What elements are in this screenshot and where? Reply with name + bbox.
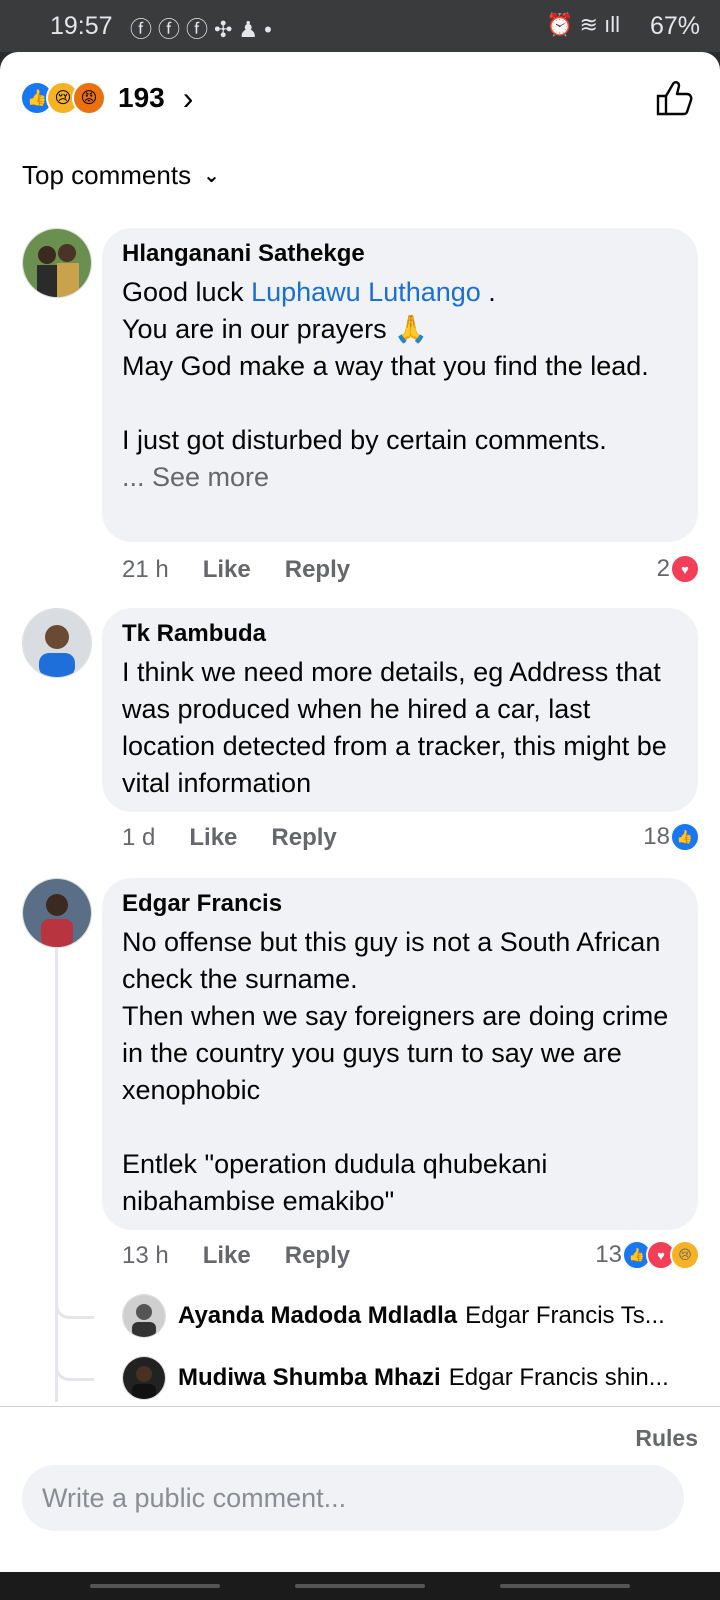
nav-home-button[interactable] [295,1584,425,1588]
angry-reaction-icon: 😡 [72,81,106,115]
reply-button[interactable]: Reply [285,556,350,584]
comment-text: I think we need more details, eg Address… [122,657,667,798]
comment-author[interactable]: Edgar Francis [122,890,678,918]
avatar-photo [123,1357,165,1399]
comment-actions: 21 h Like Reply [122,556,384,584]
comment-composer: Rules [0,1406,720,1573]
chevron-right-icon: › [182,79,194,116]
nav-recent-button[interactable] [90,1584,220,1588]
notification-icons: ⓕⓕⓕ✣♟• [130,17,278,42]
avatar[interactable] [22,228,92,298]
sad-reaction-icon: 😢 [670,1240,700,1270]
comment-reaction-count: 18 [643,823,670,850]
comment-reactions[interactable]: 2 ♥ [657,554,700,584]
reply-text: Ayanda Madoda Mdladla Edgar Francis Ts... [178,1302,688,1330]
comment-time[interactable]: 21 h [122,556,169,584]
comment-reaction-count: 13 [595,1241,622,1268]
status-time: 19:57 [50,12,113,40]
like-button[interactable]: Like [203,556,251,584]
comment-reactions[interactable]: 13 👍 ♥ 😢 [595,1240,700,1270]
love-reaction-icon: ♥ [670,554,700,584]
system-nav-bar [0,1572,720,1600]
comment-reactions[interactable]: 18 👍 [643,822,700,852]
comment-author[interactable]: Tk Rambuda [122,620,678,648]
comment-time[interactable]: 13 h [122,1242,169,1270]
reply-snippet: Edgar Francis Ts... [465,1302,665,1329]
avatar[interactable] [122,1356,166,1400]
sort-dropdown[interactable]: Top comments ⌄ [22,160,220,191]
like-button[interactable]: Like [203,1242,251,1270]
reply-snippet: Edgar Francis shin... [448,1364,669,1391]
sort-label: Top comments [22,160,192,190]
battery-level: 67% [649,12,700,40]
reply-author[interactable]: Ayanda Madoda Mdladla [178,1302,457,1329]
reactions-summary[interactable]: 👍 😢 😡 193 › [20,78,193,118]
comment-text: No offense but this guy is not a South A… [122,927,669,1216]
comment-reaction-count: 2 [656,555,670,582]
comment-actions: 13 h Like Reply [122,1242,384,1270]
reply-text: Mudiwa Shumba Mhazi Edgar Francis shin... [178,1364,688,1392]
see-more-link[interactable]: ... See more [122,462,269,492]
comment-text-rest: You are in our prayers 🙏 May God make a … [122,314,649,455]
like-post-button[interactable] [652,76,696,120]
comment-time[interactable]: 1 d [122,824,155,852]
avatar-photo [23,879,91,947]
reply-author[interactable]: Mudiwa Shumba Mhazi [178,1364,441,1391]
avatar[interactable] [22,608,92,678]
comment-text-part: Good luck [122,277,252,307]
thread-branch [55,1356,94,1381]
reaction-count: 193 [118,82,165,113]
system-icons: ⏰ ≋ ıll [546,12,620,37]
reply-preview[interactable]: Ayanda Madoda Mdladla Edgar Francis Ts... [0,1294,720,1340]
mention-link[interactable]: Luphawu Luthango [251,277,481,307]
like-button[interactable]: Like [189,824,237,852]
avatar[interactable] [122,1294,166,1338]
reply-preview[interactable]: Mudiwa Shumba Mhazi Edgar Francis shin... [0,1356,720,1402]
comment-actions: 1 d Like Reply [122,824,371,852]
comment-bubble[interactable]: Edgar Francis No offense but this guy is… [102,878,698,1230]
thumbs-up-icon [656,81,693,116]
chevron-down-icon: ⌄ [203,165,220,187]
avatar[interactable] [22,878,92,948]
rules-link[interactable]: Rules [635,1425,698,1452]
comment-text-part: . [480,277,496,307]
thread-branch [55,1294,94,1319]
avatar-photo [123,1295,165,1337]
status-bar: 19:57 ⓕⓕⓕ✣♟• ⏰ ≋ ıll 67% [0,0,720,52]
comment-bubble[interactable]: Hlanganani Sathekge Good luck Luphawu Lu… [102,228,698,542]
comment-text: Good luck Luphawu Luthango . You are in … [122,274,678,496]
reply-button[interactable]: Reply [285,1242,350,1270]
avatar-photo [23,229,91,297]
comment-input[interactable] [22,1465,684,1531]
avatar-photo [23,609,91,677]
nav-back-button[interactable] [500,1584,630,1588]
comment-bubble[interactable]: Tk Rambuda I think we need more details,… [102,608,698,812]
like-reaction-icon: 👍 [670,822,700,852]
reply-button[interactable]: Reply [271,824,336,852]
comment-author[interactable]: Hlanganani Sathekge [122,240,678,268]
comments-sheet: 👍 😢 😡 193 › Top comments ⌄ Hlanganani Sa… [0,52,720,1572]
